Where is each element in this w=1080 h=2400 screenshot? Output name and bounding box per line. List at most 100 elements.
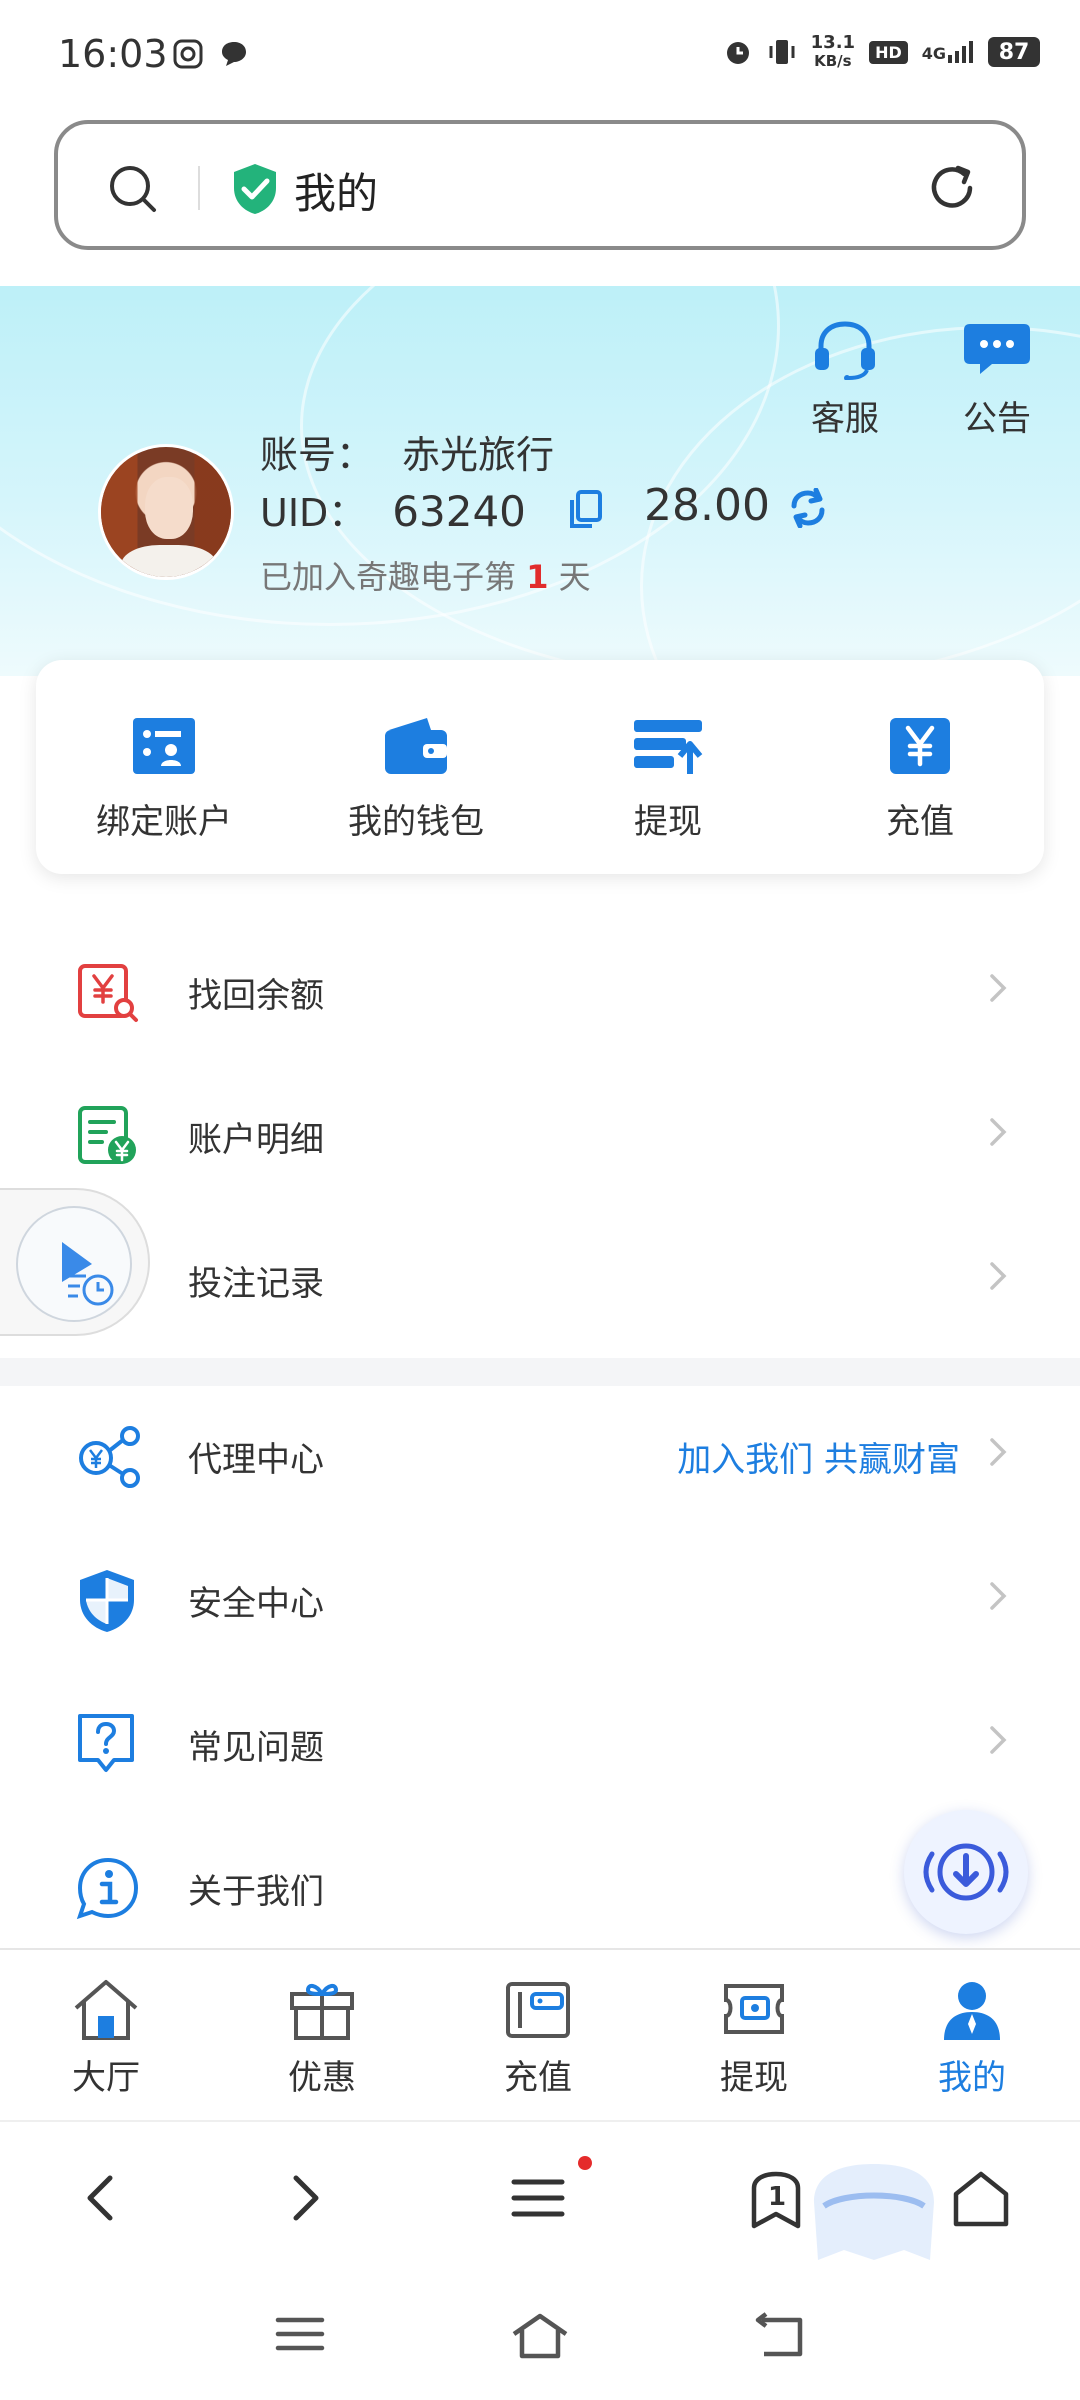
yen-recharge-icon [890,718,950,774]
customer-service-button[interactable]: 客服 [790,318,900,440]
chevron-right-icon [990,1438,1007,1466]
agent-share-icon [79,1426,140,1488]
menu-notification-dot [578,2156,592,2170]
faq-icon [78,1714,134,1772]
bind-account-label: 绑定账户 [96,802,232,842]
tab-label: 充值 [504,2058,572,2098]
message-notification-icon [222,42,246,66]
security-shield-icon [80,1570,134,1632]
tabs-button[interactable]: 1 [748,2170,804,2234]
forward-icon[interactable] [286,2170,326,2226]
tab-mine[interactable]: 我的 [892,1976,1052,2099]
status-bar: 16:03 13.1 KB/s HD 4G 87 [0,0,1080,110]
tab-recharge[interactable]: 充值 [458,1976,618,2099]
withdraw-button[interactable]: 提现 [578,716,758,843]
menu-label: 账户明细 [188,1120,324,1160]
account-name: 赤光旅行 [402,433,555,477]
account-detail-icon [78,1106,136,1164]
menu-item-security-center[interactable]: 安全中心 [0,1528,1080,1672]
status-left-icons [172,38,250,70]
recharge-label: 充值 [886,802,954,842]
tab-lobby[interactable]: 大厅 [26,1976,186,2099]
user-icon [944,1982,1000,2040]
menu-label: 投注记录 [188,1264,324,1304]
joined-days-count: 1 [526,558,549,596]
back-icon[interactable] [80,2170,120,2226]
withdraw-icon [634,720,703,774]
search-icon[interactable] [106,162,160,216]
recharge-card-icon [506,1982,570,2038]
alarm-icon [726,42,749,64]
wallet-icon [385,718,447,774]
uid-value: 63240 [392,487,526,536]
menu-item-recover-balance[interactable]: 找回余额 [0,920,1080,1064]
gift-icon [290,1983,354,2040]
vibrate-icon [769,40,795,64]
chevron-right-icon [990,1726,1007,1754]
my-wallet-button[interactable]: 我的钱包 [326,716,506,843]
bind-account-button[interactable]: 绑定账户 [74,716,254,843]
bottom-tab-bar: 大厅 优惠 充值 提现 我的 [0,1948,1080,2120]
menu-label: 代理中心 [188,1440,324,1480]
shield-check-icon [234,164,276,214]
menu-item-account-detail[interactable]: 账户明细 [0,1064,1080,1208]
section-divider [0,1358,1080,1386]
tab-promotions[interactable]: 优惠 [242,1976,402,2099]
status-time: 16:03 [58,32,168,76]
headset-icon [815,321,875,381]
chevron-right-icon [990,974,1007,1002]
joined-days: 已加入奇趣电子第 1 天 [260,558,591,596]
net-speed: 13.1 KB/s [810,32,856,71]
copy-icon[interactable] [568,490,604,530]
chevron-right-icon [990,1582,1007,1610]
uid-line: UID： 63240 [260,482,526,537]
menu-icon[interactable] [510,2170,566,2226]
signal-bars-icon [948,41,973,63]
system-back-icon[interactable] [752,2312,806,2360]
agent-promo-text: 加入我们 共赢财富 [677,1440,960,1480]
withdraw-label: 提现 [634,802,702,842]
tab-label: 提现 [720,2058,788,2098]
tab-label: 大厅 [72,2058,140,2098]
menu-item-faq[interactable]: 常见问题 [0,1672,1080,1816]
quick-actions-card: 绑定账户 我的钱包 提现 充值 [36,660,1044,874]
page-title: 我的 [294,169,379,218]
chat-bubble-icon [964,324,1030,374]
system-home-icon[interactable] [510,2312,570,2360]
tab-label: 优惠 [288,2058,356,2098]
balance-amount: 28.00 [644,480,770,531]
account-line: 账号： 赤光旅行 [260,424,554,479]
chevron-right-icon [990,1118,1007,1146]
menu-item-bet-record[interactable]: 投注记录 [0,1208,1080,1352]
menu-item-agent-center[interactable]: 代理中心 加入我们 共赢财富 [0,1384,1080,1528]
announcement-label: 公告 [963,399,1031,439]
home-icon [74,1980,138,2040]
refresh-balance-icon[interactable] [786,488,830,528]
recover-balance-icon [78,964,138,1022]
signal-4g: 4G [922,41,974,63]
avatar[interactable] [98,444,234,580]
chevron-right-icon [990,1262,1007,1290]
tab-count: 1 [768,2182,787,2212]
announcement-button[interactable]: 公告 [942,318,1052,440]
menu-label: 关于我们 [188,1872,324,1912]
recent-apps-icon[interactable] [274,2312,326,2356]
app-notification-icon [173,39,203,69]
browser-url-bar[interactable]: 我的 [54,120,1026,250]
recharge-button[interactable]: 充值 [830,716,1010,843]
my-wallet-label: 我的钱包 [348,802,484,842]
reload-icon[interactable] [924,160,980,216]
browser-nav-bar: 1 [0,2120,1080,2280]
status-right-icons: 13.1 KB/s HD 4G 87 [723,34,1040,70]
floating-download-button[interactable] [904,1810,1028,1934]
account-label: 账号： [260,433,375,477]
tab-label: 我的 [938,2058,1006,2098]
menu-label: 安全中心 [188,1584,324,1624]
download-signal-icon [923,1843,1009,1901]
vr-mode-icon[interactable] [804,2162,944,2282]
info-icon [76,1857,139,1920]
floating-video-button[interactable] [0,1188,150,1336]
tab-withdraw[interactable]: 提现 [674,1976,834,2099]
home-page-icon[interactable] [952,2170,1010,2228]
menu-label: 找回余额 [188,976,324,1016]
